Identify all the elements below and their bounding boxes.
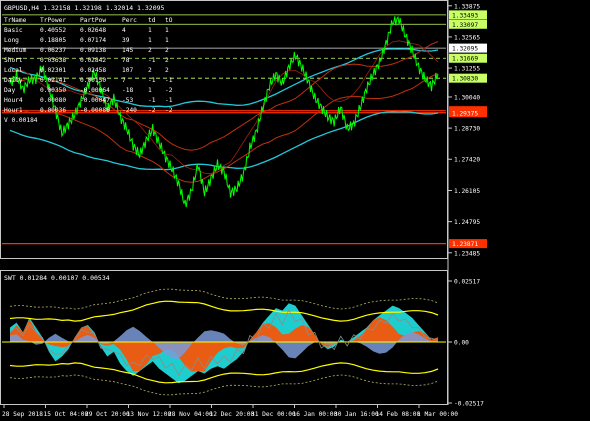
table-cell: Hour1 [4,107,23,114]
table-cell: -2 [165,87,173,94]
table-cell: -53 [122,97,133,104]
table-cell: 2 [165,67,169,74]
table-cell: Short [4,57,23,64]
table-cell: 0.18805 [40,37,66,44]
table-cell: 0.02648 [80,27,106,34]
table-cell: 0.03638 [40,57,66,64]
table-cell: 1 [148,37,152,44]
table-header: Perc [122,17,137,24]
scale-label: 1.32565 [454,34,480,41]
scale-label: 1.23485 [454,250,480,257]
table-cell: Day [4,87,15,94]
table-cell: 2 [148,47,152,54]
table-cell: -1 [148,97,156,104]
sub-window-title: SWT 0.01284 0.00107 0.00534 [4,274,110,282]
scale-label: 1.30040 [454,94,480,101]
price-tag-label: 1.33097 [452,22,478,29]
table-cell: 39 [122,37,130,44]
table-cell: 0.40552 [40,27,66,34]
table-cell: -1 [148,77,156,84]
table-cell: 1 [148,27,152,34]
price-tag-label: 1.32095 [452,46,478,53]
time-label: 30 Jan 16:00 [334,411,379,418]
sub-scale-label: -0.02517 [454,401,484,408]
table-cell: 0.00150 [80,77,106,84]
table-cell: 0.06237 [40,47,66,54]
table-cell: -240 [122,107,137,114]
scale-label: 1.26105 [454,188,480,195]
table-cell: 2 [165,47,169,54]
time-label: 16 Jan 00:00 [293,411,338,418]
price-tag-label: 1.31669 [452,56,478,63]
chart-window: GBPUSD,H4 1.32158 1.32198 1.32014 1.3209… [0,0,590,421]
table-cell: -1 [165,77,173,84]
time-label: 31 Dec 00:00 [251,411,296,418]
table-cell: 107 [122,67,133,74]
table-header: td [148,17,156,24]
chart-canvas[interactable]: GBPUSD,H4 1.32158 1.32198 1.32014 1.3209… [0,0,590,421]
table-cell: -2 [148,107,156,114]
table-cell: Basic [4,27,23,34]
table-cell: -18 [122,87,133,94]
table-cell: 1 [165,37,169,44]
table-cell: 0.02141 [40,77,66,84]
table-cell: 0.02458 [80,67,106,74]
table-cell: 1 [165,27,169,34]
table-cell: Long [4,37,19,44]
table-cell: Hour4 [4,97,23,104]
table-cell: 2 [148,67,152,74]
price-tag-label: 1.33493 [452,12,478,19]
table-header: tO [165,17,173,24]
table-cell: 0.00036 [40,107,66,114]
sub-scale-label: 0.02517 [454,279,480,286]
sub-scale-label: 0.00 [454,340,469,347]
table-cell: 1 [148,87,152,94]
table-cell: 0.09138 [80,47,106,54]
time-label: 12 Dec 20:00 [210,411,255,418]
scale-label: 1.24795 [454,219,480,226]
time-label: 28 Sep 2018 [2,411,43,418]
time-label: 15 Oct 04:00 [44,411,89,418]
price-tag-label: 1.30830 [452,76,478,83]
table-cell: 7 [122,77,126,84]
time-label: 14 Feb 08:00 [376,411,421,418]
price-tag-label: 1.23871 [452,241,478,248]
table-cell: -0.00047 [80,97,110,104]
table-cell: 0.02842 [80,57,106,64]
table-cell: 0.00080 [40,97,66,104]
scale-label: 1.31255 [454,66,480,73]
table-cell: 4 [122,27,126,34]
table-cell: Daily [4,77,23,84]
scale-label: 1.27420 [454,157,480,164]
scale-label: 1.33875 [454,3,480,10]
chart-title: GBPUSD,H4 1.32158 1.32198 1.32014 1.3209… [4,4,165,12]
table-cell: -2 [165,107,173,114]
table-cell: 0.07174 [80,37,106,44]
table-cell: 145 [122,47,133,54]
table-cell: 0.00350 [40,87,66,94]
time-label: 28 Nov 04:00 [168,411,213,418]
time-label: 13 Nov 12:00 [127,411,172,418]
table-cell: 0.02301 [40,67,66,74]
table-cell: 2 [165,57,169,64]
table-cell: Medium [4,47,27,54]
table-header: TrName [4,17,27,24]
table-cell: Local [4,67,23,74]
time-label: 1 Mar 00:00 [417,411,458,418]
table-cell: -0.00088 [80,107,110,114]
table-cell: 78 [122,57,130,64]
table-cell: -1 [165,97,173,104]
table-header: PartPow [80,17,106,24]
table-footer: V 0.00184 [4,117,38,124]
table-header: TrPower [40,17,66,24]
table-cell: -1 [148,57,156,64]
time-label: 29 Oct 20:00 [85,411,130,418]
scale-label: 1.28730 [454,126,480,133]
price-tag-label: 1.29375 [452,110,478,117]
table-cell: -0.00064 [80,87,110,94]
